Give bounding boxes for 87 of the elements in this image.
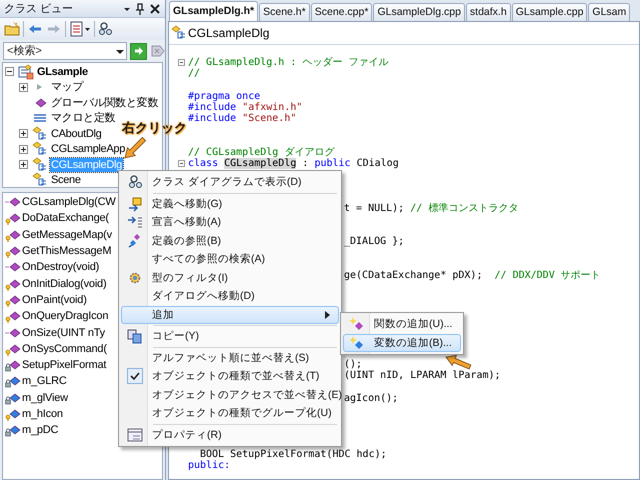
class-icon: [32, 141, 48, 158]
member-item[interactable]: OnQueryDragIcon: [22, 309, 108, 324]
callout-label: 右クリック: [122, 120, 187, 136]
tree-item[interactable]: グローバル関数と変数: [50, 96, 160, 110]
menu-item[interactable]: 変数の追加(B)...: [343, 334, 461, 352]
menu-item[interactable]: すべての参照の検索(A): [121, 250, 339, 268]
list-document-icon[interactable]: [69, 21, 91, 37]
checkmark-box[interactable]: [127, 368, 143, 384]
menu-item[interactable]: 宣言へ移動(A): [121, 213, 339, 232]
file-tab[interactable]: GLsampleDlg.cpp: [373, 3, 465, 21]
collapse-box-icon[interactable]: [5, 67, 14, 76]
code-line: _DIALOG };: [344, 236, 404, 248]
member-item[interactable]: OnSysCommand(: [22, 342, 107, 356]
member-item[interactable]: GetThisMessageM: [22, 244, 112, 258]
expand-box-icon[interactable]: [19, 144, 28, 154]
tree-item[interactable]: CAboutDlg: [50, 126, 102, 141]
file-tab[interactable]: GLsam: [588, 3, 630, 21]
code-line: BOOL SetupPixelFormat(HDC hdc);: [200, 448, 387, 460]
code-line: //: [188, 68, 200, 80]
member-item[interactable]: OnDestroy(void): [22, 260, 100, 274]
member-item[interactable]: OnInitDialog(void): [22, 276, 106, 291]
code-line: t = NULL); // 標準コンストラクタ: [344, 202, 518, 214]
sparkle-diamond-icon: [349, 334, 365, 351]
tree-item[interactable]: マップ: [50, 80, 84, 94]
member-item[interactable]: m_hIcon: [22, 407, 63, 421]
collapse-box-icon[interactable]: [178, 59, 185, 66]
menu-item[interactable]: オブジェクトの種類で並べ替え(T): [121, 367, 339, 386]
pin-icon[interactable]: [135, 2, 145, 14]
pointer-arrow: [124, 136, 147, 159]
menu-item[interactable]: 型のフィルタ(I): [121, 268, 339, 287]
code-line: // GLsampleDlg.h : ヘッダー ファイル: [188, 57, 388, 68]
member-item[interactable]: OnSize(UINT nTy: [22, 326, 105, 340]
diagram-icon[interactable]: [98, 21, 114, 37]
member-item[interactable]: m_glView: [22, 390, 68, 405]
menu-item[interactable]: オブジェクトのアクセスで並べ替え(E): [121, 386, 339, 404]
tree-item[interactable]: CGLsampleApp: [50, 142, 126, 156]
class-dropdown[interactable]: CGLsampleDlg: [171, 23, 270, 43]
member-item[interactable]: OnPaint(void): [22, 292, 87, 307]
code-line: #include "Scene.h": [188, 113, 296, 124]
menu-item[interactable]: コピー(Y): [121, 327, 339, 346]
close-icon[interactable]: [149, 2, 161, 14]
code-line: agIcon();: [344, 392, 398, 404]
menu-item[interactable]: アルファベット順に並べ替え(S): [121, 348, 339, 367]
member-item[interactable]: SetupPixelFormat: [22, 358, 106, 372]
code-line: (UINT nID, LPARAM lParam);: [344, 370, 501, 382]
tree-item[interactable]: GLsample: [36, 64, 89, 79]
code-line: ();: [344, 359, 362, 370]
expand-box-icon[interactable]: [19, 82, 28, 92]
menu-item[interactable]: 追加: [121, 306, 339, 324]
sparkle-diamond-icon: [349, 316, 365, 332]
code-line: class CGLsampleDlg : public CDialog: [188, 158, 399, 169]
code-line: ge(CDataExchange* pDX); // DDX/DDV サポート: [344, 270, 601, 281]
member-item[interactable]: CGLsampleDlg(CW: [22, 195, 116, 210]
collapse-box-icon[interactable]: [178, 160, 185, 167]
menu-item[interactable]: 定義の参照(B): [121, 232, 339, 250]
panel-title: クラス ビュー: [4, 2, 74, 16]
file-tab[interactable]: GLsampleDlg.h*: [169, 1, 258, 21]
member-item[interactable]: m_GLRC: [22, 374, 67, 388]
class-icon: [32, 126, 48, 142]
menu-item[interactable]: クラス ダイアグラムで表示(D): [121, 173, 339, 192]
tree-item[interactable]: マクロと定数: [50, 111, 116, 126]
member-item[interactable]: GetMessageMap(v: [22, 228, 112, 242]
file-tab[interactable]: GLsample.cpp: [512, 3, 588, 21]
file-tab[interactable]: Scene.h*: [259, 3, 310, 21]
code-line: // CGLsampleDlg ダイアログ: [188, 146, 334, 158]
menu-item[interactable]: ダイアログへ移動(D): [121, 287, 339, 306]
class-icon: [32, 156, 48, 173]
search-field[interactable]: <検索>: [3, 42, 127, 60]
code-line: #pragma once: [188, 90, 260, 102]
tree-item[interactable]: Scene: [50, 173, 82, 188]
expand-box-icon[interactable]: [19, 160, 28, 170]
pointer-arrow: [445, 354, 472, 371]
go-button[interactable]: [130, 42, 147, 60]
folder-icon[interactable]: [4, 21, 20, 37]
menu-item[interactable]: 定義へ移動(G): [121, 194, 339, 213]
class-icon: [171, 25, 187, 41]
member-item[interactable]: DoDataExchange(: [22, 211, 109, 226]
menu-item[interactable]: オブジェクトの種類でグループ化(U): [121, 404, 339, 422]
file-tab[interactable]: Scene.cpp*: [310, 3, 372, 21]
member-item[interactable]: m_pDC: [22, 423, 58, 438]
file-tab[interactable]: stdafx.h: [466, 3, 511, 21]
code-line: #include "afxwin.h": [188, 102, 302, 113]
expand-box-icon[interactable]: [19, 129, 28, 138]
code-line: public:: [188, 460, 230, 471]
class-name: CGLsampleDlg: [188, 26, 270, 40]
menu-item[interactable]: 関数の追加(U)...: [343, 315, 461, 334]
menu-item[interactable]: プロパティ(R): [121, 426, 339, 444]
